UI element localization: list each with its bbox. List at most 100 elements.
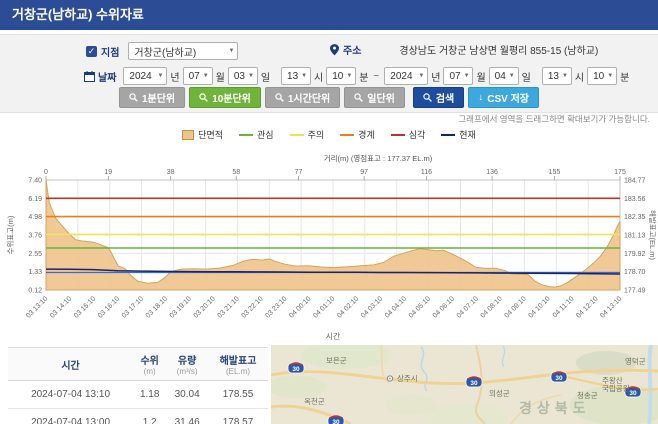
end-month-select[interactable]: 07▼ [443, 67, 473, 85]
address-value: 경상남도 거창군 남상면 월평리 855-15 (남하교) [399, 42, 598, 57]
svg-text:77: 77 [295, 169, 303, 176]
chevron-down-icon: ▼ [228, 48, 234, 54]
start-hour-select[interactable]: 13▼ [281, 67, 311, 85]
interval-1hour-button[interactable]: 1시간단위 [265, 87, 340, 108]
legend-swatch [340, 134, 354, 136]
svg-text:136: 136 [486, 169, 498, 176]
svg-text:175: 175 [614, 169, 626, 176]
svg-text:03 16:10: 03 16:10 [97, 295, 121, 319]
svg-text:4.98: 4.98 [28, 214, 42, 221]
table-header-cell: 수위(m) [133, 348, 166, 381]
svg-text:184.77: 184.77 [624, 178, 646, 185]
interval-1min-button[interactable]: 1분단위 [119, 87, 185, 108]
interval-day-button[interactable]: 일단위 [344, 87, 405, 108]
svg-text:6.19: 6.19 [28, 196, 42, 203]
station-map[interactable]: 3030303030보은군옥천군상주시의성군청송군영덕군주왕산국립공원경상북도 [271, 345, 658, 424]
end-minute-select[interactable]: 10▼ [587, 67, 617, 85]
svg-text:116: 116 [421, 169, 432, 176]
table-header-cell: 유량(m³/s) [166, 348, 208, 381]
expressway-shield: 30 [466, 376, 482, 387]
svg-text:177.49: 177.49 [624, 288, 646, 295]
water-level-chart[interactable]: 거리(m) (영점표고 : 177.37 EL.m)01938587797116… [0, 143, 658, 345]
month-unit: 월 [476, 69, 485, 84]
map-region-watermark: 경상북도 [519, 400, 591, 416]
legend-item: 경계 [340, 128, 375, 141]
svg-text:03 20:10: 03 20:10 [193, 295, 217, 319]
map-place-label: 상주시 [397, 373, 418, 383]
svg-text:04 05:10: 04 05:10 [408, 295, 432, 319]
svg-text:58: 58 [232, 169, 240, 176]
map-place-label: 의성군 [489, 388, 510, 398]
legend-swatch [182, 130, 194, 140]
svg-text:3.76: 3.76 [28, 233, 42, 240]
svg-text:03 17:10: 03 17:10 [121, 295, 145, 319]
start-year-select[interactable]: 2024▼ [123, 67, 167, 85]
table-header-cell: 해발표고(EL.m) [208, 348, 268, 381]
table-cell: 2024-07-04 13:10 [8, 381, 133, 409]
table-cell: 178.57 [208, 409, 268, 424]
svg-text:수위표고(m): 수위표고(m) [6, 215, 15, 254]
svg-text:182.35: 182.35 [624, 214, 646, 221]
svg-text:거리(m) (영점표고 : 177.37 EL.m): 거리(m) (영점표고 : 177.37 EL.m) [324, 153, 433, 163]
table-cell: 178.55 [208, 381, 268, 409]
svg-text:30: 30 [292, 366, 300, 373]
search-icon [275, 93, 284, 102]
legend-item: 심각 [391, 128, 426, 141]
table-cell: 30.04 [166, 381, 208, 409]
start-minute-select[interactable]: 10▼ [326, 67, 356, 85]
svg-text:04 11:10: 04 11:10 [552, 295, 576, 319]
svg-text:155: 155 [549, 169, 561, 176]
svg-text:시간: 시간 [326, 331, 341, 341]
expressway-shield: 30 [288, 362, 304, 373]
table-cell: 1.2 [133, 409, 166, 424]
csv-download-button[interactable]: ↓CSV 저장 [468, 87, 539, 108]
legend-swatch [441, 134, 455, 136]
svg-text:04 00:10: 04 00:10 [288, 295, 312, 319]
station-select[interactable]: 거창군(남하교)▼ [128, 42, 238, 60]
svg-text:04 07:10: 04 07:10 [456, 295, 480, 319]
map-place-label: 보은군 [326, 356, 347, 365]
minute-unit: 분 [359, 69, 368, 84]
chevron-down-icon: ▼ [464, 73, 470, 79]
interval-10min-button[interactable]: 10분단위 [189, 87, 261, 108]
svg-text:04 08:10: 04 08:10 [480, 295, 504, 319]
station-row: ✓ 지점 거창군(남하교)▼ [86, 42, 238, 60]
end-day-select[interactable]: 04▼ [489, 67, 519, 85]
chevron-down-icon: ▼ [346, 73, 352, 79]
hour-unit: 시 [575, 69, 584, 84]
map-place-label: 국립공원 [602, 384, 630, 393]
svg-text:03 19:10: 03 19:10 [169, 295, 193, 319]
svg-text:97: 97 [360, 169, 368, 176]
start-month-select[interactable]: 07▼ [183, 67, 213, 85]
search-icon [199, 93, 208, 102]
table-row: 2024-07-04 13:001.231.46178.57 [8, 409, 268, 424]
start-day-select[interactable]: 03▼ [228, 67, 258, 85]
svg-text:38: 38 [167, 169, 175, 176]
legend-item: 단면적 [182, 128, 223, 141]
search-button[interactable]: 검색 [413, 87, 464, 108]
end-year-select[interactable]: 2024▼ [384, 67, 428, 85]
svg-text:30: 30 [470, 380, 478, 387]
expressway-shield: 30 [328, 415, 344, 424]
legend-label: 단면적 [198, 128, 223, 141]
svg-text:04 03:10: 04 03:10 [360, 295, 384, 319]
svg-text:해발표고(EL.m): 해발표고(EL.m) [648, 210, 658, 261]
end-hour-select[interactable]: 13▼ [542, 67, 572, 85]
map-pin-icon [330, 44, 339, 56]
svg-text:03 18:10: 03 18:10 [145, 295, 169, 319]
interval-toolbar: 1분단위 10분단위 1시간단위 일단위 검색 ↓CSV 저장 [0, 87, 658, 108]
svg-text:0: 0 [44, 169, 48, 176]
svg-text:1.33: 1.33 [28, 269, 42, 276]
measurement-table-wrap: 시간수위(m)유량(m³/s)해발표고(EL.m)2024-07-04 13:1… [8, 347, 268, 424]
day-unit: 일 [522, 69, 531, 84]
svg-text:183.56: 183.56 [624, 196, 646, 203]
search-icon [423, 93, 432, 102]
svg-text:03 22:10: 03 22:10 [240, 295, 264, 319]
svg-text:04 10:10: 04 10:10 [527, 295, 551, 319]
map-river [421, 347, 427, 391]
svg-text:178.70: 178.70 [624, 269, 646, 276]
svg-text:179.92: 179.92 [624, 251, 646, 258]
address-label: 주소 [343, 42, 361, 57]
legend-swatch [290, 134, 304, 136]
checkbox-icon: ✓ [86, 46, 97, 57]
